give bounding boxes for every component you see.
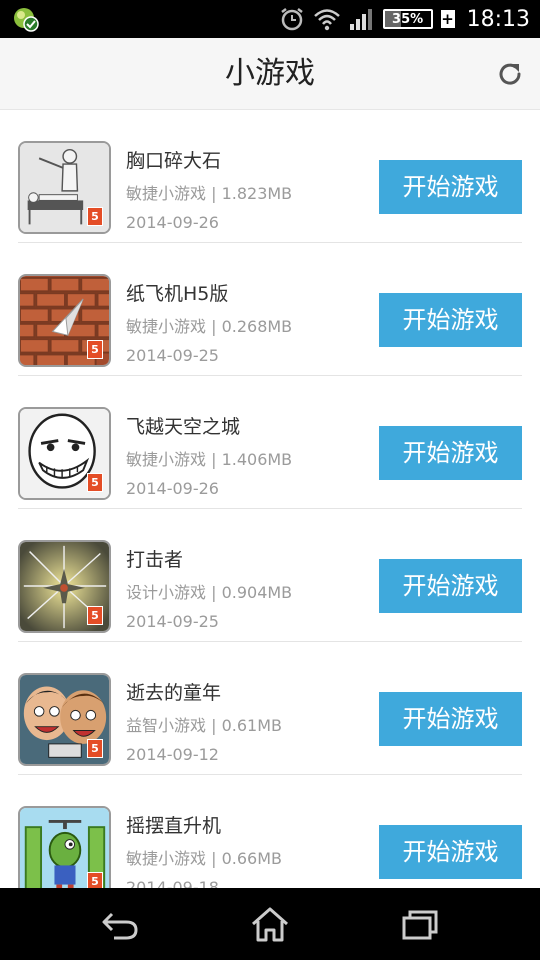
status-bar: 35% + 18:13 [0,0,540,38]
html5-badge: 5 [87,473,103,492]
clock: 18:13 [466,6,530,32]
game-list[interactable]: 5 胸口碎大石 敏捷小游戏 | 1.823MB 2014-09-26 开始游戏 [0,110,540,888]
game-date: 2014-09-18 [126,878,219,888]
app-notification-icon [14,8,39,32]
game-name: 打击者 [126,549,184,571]
game-thumbnail[interactable]: 5 [18,407,111,500]
start-game-button[interactable]: 开始游戏 [379,160,522,214]
game-date: 2014-09-12 [126,745,219,764]
recent-apps-icon[interactable] [400,906,440,942]
game-date: 2014-09-26 [126,479,219,498]
start-game-button[interactable]: 开始游戏 [379,426,522,480]
html5-badge: 5 [87,739,103,758]
game-date: 2014-09-25 [126,346,219,365]
html5-badge: 5 [87,340,103,359]
alarm-icon [280,8,303,31]
start-game-button[interactable]: 开始游戏 [379,293,522,347]
html5-badge: 5 [87,207,103,226]
wifi-icon [313,9,340,31]
game-meta: 益智小游戏 | 0.61MB [126,716,282,735]
game-name: 摇摆直升机 [126,815,222,837]
list-item[interactable]: 5 打击者 设计小游戏 | 0.904MB 2014-09-25 开始游戏 [18,509,522,642]
navigation-bar [0,888,540,960]
back-icon[interactable] [100,906,140,942]
home-icon[interactable] [250,906,290,942]
game-date: 2014-09-25 [126,612,219,631]
game-date: 2014-09-26 [126,213,219,232]
list-item[interactable]: 5 摇摆直升机 敏捷小游戏 | 0.66MB 2014-09-18 开始游戏 [18,775,522,888]
battery-percent: 35% [392,11,424,27]
game-name: 纸飞机H5版 [126,283,229,305]
game-name: 飞越天空之城 [126,416,241,438]
game-thumbnail[interactable]: 5 [18,141,111,234]
game-meta: 设计小游戏 | 0.904MB [126,583,293,602]
game-meta: 敏捷小游戏 | 0.66MB [126,849,282,868]
game-thumbnail[interactable]: 5 [18,540,111,633]
charging-icon: + [440,10,455,28]
start-game-button[interactable]: 开始游戏 [379,825,522,879]
app-header: 小游戏 [0,38,540,110]
list-item[interactable]: 5 逝去的童年 益智小游戏 | 0.61MB 2014-09-12 开始游戏 [18,642,522,775]
html5-badge: 5 [87,606,103,625]
html5-badge: 5 [87,872,103,888]
start-game-button[interactable]: 开始游戏 [379,559,522,613]
page-title: 小游戏 [225,56,315,91]
game-thumbnail[interactable]: 5 [18,673,111,766]
game-name: 胸口碎大石 [126,150,222,172]
battery-icon: 35% [382,9,433,29]
game-meta: 敏捷小游戏 | 1.823MB [126,184,293,203]
signal-icon [349,9,372,30]
game-name: 逝去的童年 [126,682,222,704]
list-item[interactable]: 5 胸口碎大石 敏捷小游戏 | 1.823MB 2014-09-26 开始游戏 [18,110,522,243]
list-item[interactable]: 5 飞越天空之城 敏捷小游戏 | 1.406MB 2014-09-26 开始游戏 [18,376,522,509]
refresh-icon[interactable] [494,58,526,90]
start-game-button[interactable]: 开始游戏 [379,692,522,746]
game-thumbnail[interactable]: 5 [18,806,111,888]
list-item[interactable]: 5 纸飞机H5版 敏捷小游戏 | 0.268MB 2014-09-25 开始游戏 [18,243,522,376]
game-meta: 敏捷小游戏 | 0.268MB [126,317,293,336]
game-thumbnail[interactable]: 5 [18,274,111,367]
game-meta: 敏捷小游戏 | 1.406MB [126,450,293,469]
